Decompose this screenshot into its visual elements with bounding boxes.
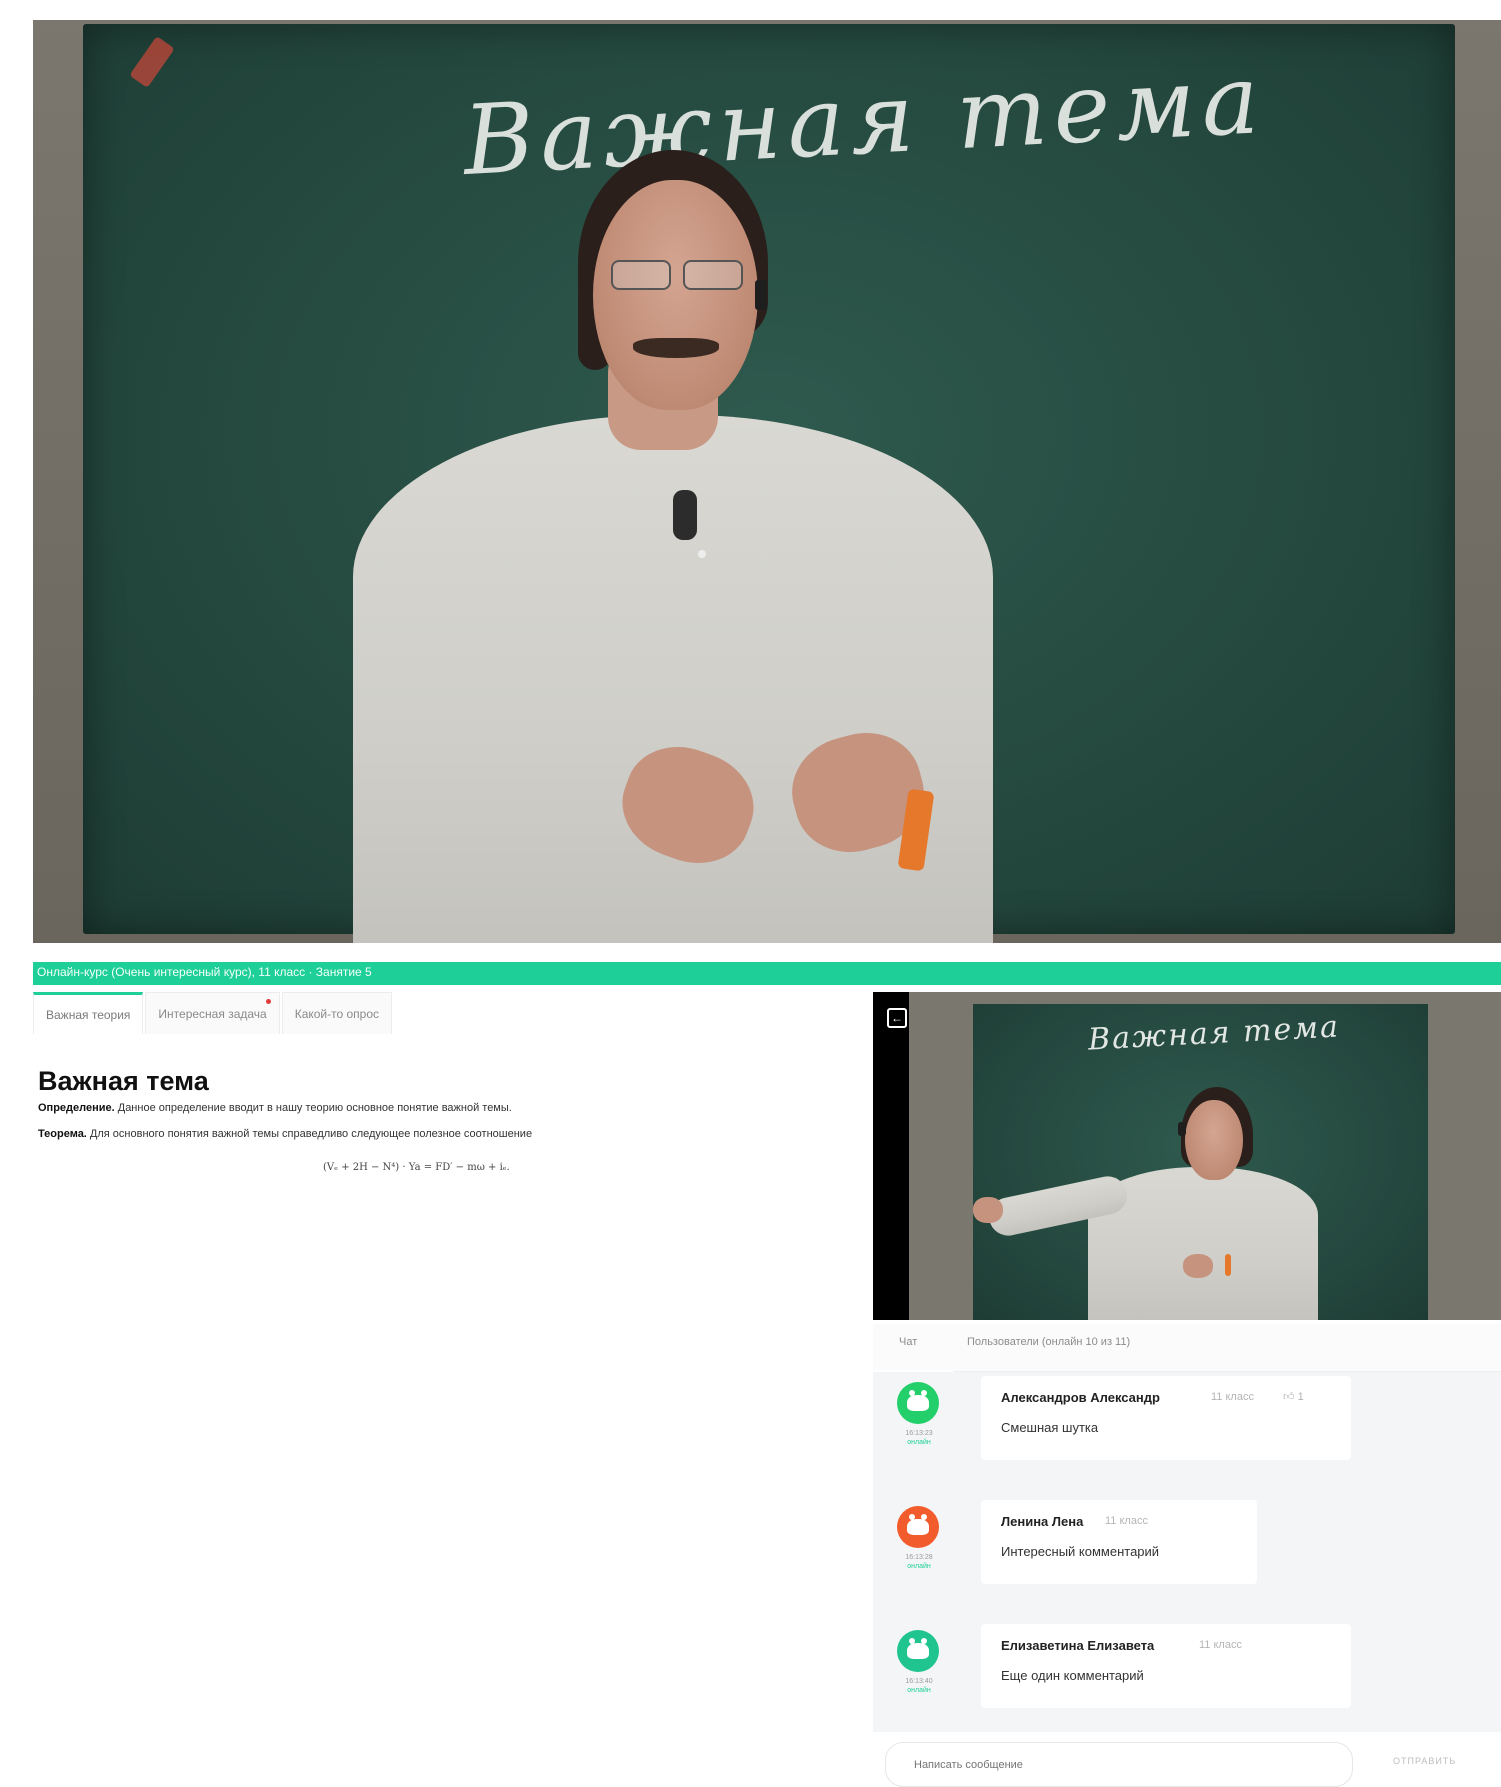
author-grade: 11 класс [1105,1515,1148,1527]
notification-dot-icon [265,999,271,1004]
tab-label: Важная теория [46,1007,131,1022]
crab-icon [907,1638,929,1659]
mini-video-player[interactable]: ← Важная тема [873,992,1501,1320]
tab-label: Интересная задача [158,1006,267,1021]
chat-input-row: ОТПРАВИТЬ [873,1734,1501,1787]
tab-survey[interactable]: Какой-то опрос [281,992,393,1034]
theorem-label: Теорема. [38,1128,87,1140]
lesson-tabs: Важная теория Интересная задача Какой-то… [33,992,394,1034]
message-bubble: Александров Александр 11 класс 👍︎ 1 Смеш… [981,1376,1351,1460]
message-bubble: Ленина Лена 11 класс Интересный коммента… [981,1500,1257,1584]
message-author[interactable]: Елизаветина Елизавета [1001,1638,1154,1653]
online-status: онлайн [907,1563,931,1570]
tab-users[interactable]: Пользователи (онлайн 10 из 11) [967,1336,1130,1348]
message-time: 16:13:23 [905,1430,933,1437]
avatar[interactable] [897,1506,939,1548]
chat-messages: 16:13:23 онлайн Александров Александр 11… [873,1372,1501,1732]
crab-icon [907,1390,929,1411]
topic-title: Важная тема [38,1066,209,1096]
lesson-app: Онлайн-курс (Очень интересный курс), 11 … [33,962,1501,1787]
theorem-text: Для основного понятия важной темы справе… [86,1128,533,1140]
theorem-paragraph: Теорема. Для основного понятия важной те… [38,1128,532,1140]
thumbs-up-icon: 👍︎ [1283,1391,1295,1403]
message-text: Еще один комментарий [1001,1668,1144,1683]
main-video-player[interactable]: Важная тема [33,20,1501,943]
chat-tabs: Чат Пользователи (онлайн 10 из 11) [873,1324,1501,1372]
like-count: 1 [1297,1391,1304,1403]
send-button[interactable]: ОТПРАВИТЬ [1393,1756,1456,1766]
side-panel: ← Важная тема Чат Пользователи (онлайн 1… [873,992,1501,1787]
mini-presenter-figure [873,992,1501,1320]
author-grade: 11 класс [1211,1391,1254,1403]
online-status: онлайн [907,1439,931,1446]
definition-paragraph: Определение. Данное определение вводит в… [38,1102,512,1114]
avatar[interactable] [897,1382,939,1424]
screen: Важная тема Онлайн-курс (Очень интересны… [0,0,1501,1787]
author-grade: 11 класс [1199,1639,1242,1651]
avatar[interactable] [897,1630,939,1672]
tab-important-theory[interactable]: Важная теория [33,992,144,1034]
tab-label: Какой-то опрос [294,1006,380,1021]
message-bubble: Елизаветина Елизавета 11 класс Еще один … [981,1624,1351,1708]
message-author[interactable]: Александров Александр [1001,1390,1160,1405]
message-time: 16:13:28 [905,1554,933,1561]
message-time: 16:13:40 [905,1678,933,1685]
crab-icon [907,1514,929,1535]
message-input[interactable] [885,1742,1353,1787]
tab-chat[interactable]: Чат [899,1336,917,1348]
definition-label: Определение. [38,1102,115,1114]
like-button[interactable]: 👍︎ 1 [1283,1390,1304,1403]
presenter-figure [33,20,1501,943]
message-text: Смешная шутка [1001,1420,1099,1435]
course-title: Онлайн-курс (Очень интересный курс), 11 … [37,965,372,979]
tab-interesting-task[interactable]: Интересная задача [145,992,280,1034]
message-author[interactable]: Ленина Лена [1001,1514,1083,1529]
online-status: онлайн [907,1687,931,1694]
message-text: Интересный комментарий [1001,1544,1160,1559]
course-header-bar: Онлайн-курс (Очень интересный курс), 11 … [33,962,1501,985]
definition-text: Данное определение вводит в нашу теорию … [114,1102,512,1114]
formula: (Vₑ + 2H − N⁴) · Ya = FD′ − mω + iₑ. [323,1162,510,1173]
